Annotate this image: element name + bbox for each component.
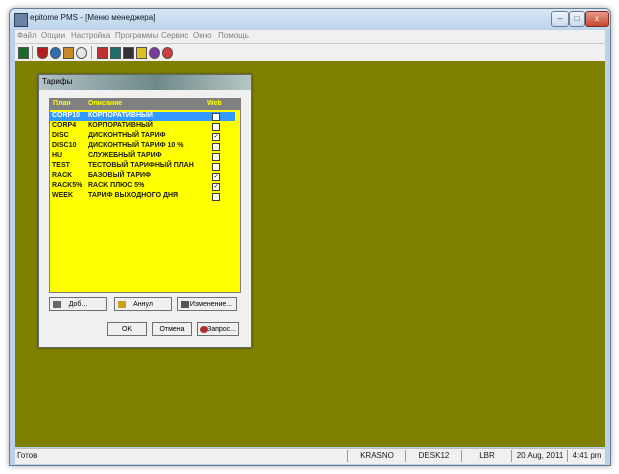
menu-options[interactable]: Опции	[41, 31, 65, 40]
bell-icon[interactable]	[123, 47, 134, 59]
grid-icon[interactable]	[97, 47, 108, 59]
app-icon	[14, 13, 28, 27]
plus-target-icon[interactable]	[162, 47, 173, 59]
toolbar-separator	[32, 46, 33, 59]
web-checkbox[interactable]	[212, 113, 220, 121]
rate-description: RACK ПЛЮС 5%	[88, 182, 145, 189]
rate-plan-code: RACK5%	[52, 182, 83, 189]
web-checkbox[interactable]	[212, 143, 220, 151]
title-bar[interactable]: epitome PMS - [Меню менеджера] – □ x	[10, 9, 610, 30]
rate-plan-code: CORP4	[52, 122, 77, 129]
rate-description: КОРПОРАТИВНЫЙ	[88, 122, 153, 129]
add-label: Доб...	[68, 301, 88, 308]
menu-programs[interactable]: Программы	[115, 31, 158, 40]
add-icon	[53, 301, 61, 308]
column-web[interactable]: Web	[207, 100, 222, 107]
cancel-rate-label: Аннул	[133, 301, 153, 308]
web-checkbox[interactable]	[212, 163, 220, 171]
rates-dialog: Тарифы План Описание Web CORP10 КОРПОРАТИ…	[38, 74, 252, 348]
table-row[interactable]: TEST ТЕСТОВЫЙ ТАРИФНЫЙ ПЛАН	[50, 162, 235, 171]
status-time: 4:41 pm	[567, 450, 606, 462]
status-bar: Готов KRASNO DESK12 LBR 20 Aug, 2011 4:4…	[15, 448, 605, 464]
list-header: План Описание Web	[50, 99, 240, 110]
menu-service[interactable]: Сервис	[161, 31, 188, 40]
menu-help[interactable]: Помощь	[218, 31, 249, 40]
web-checkbox[interactable]	[212, 193, 220, 201]
dialog-title: Тарифы	[42, 77, 73, 86]
rate-description: ТАРИФ ВЫХОДНОГО ДНЯ	[88, 192, 179, 199]
table-row[interactable]: RACK БАЗОВЫЙ ТАРИФ ✓	[50, 172, 235, 181]
table-row[interactable]: WEEK ТАРИФ ВЫХОДНОГО ДНЯ	[50, 192, 235, 201]
change-label: Изменение...	[189, 301, 233, 308]
close-button[interactable]: x	[585, 11, 609, 27]
table-row[interactable]: RACK5% RACK ПЛЮС 5% ✓	[50, 182, 235, 191]
rate-plan-code: HU	[52, 152, 63, 159]
rate-description: БАЗОВЫЙ ТАРИФ	[88, 172, 152, 179]
change-button[interactable]: Изменение...	[177, 297, 237, 311]
cancel-rate-button[interactable]: Аннул	[114, 297, 172, 311]
rate-description: ДИСКОНТНЫЙ ТАРИФ	[88, 132, 166, 139]
table-row[interactable]: DISC10 ДИСКОНТНЫЙ ТАРИФ 10 %	[50, 142, 235, 151]
column-plan[interactable]: План	[53, 100, 71, 107]
table-row[interactable]: HU СЛУЖЕБНЫЙ ТАРИФ	[50, 152, 235, 161]
menu-bar: Файл Опции Настройка Программы Сервис Ок…	[15, 30, 605, 43]
status-desk: DESK12	[405, 450, 462, 462]
status-text: Готов	[17, 451, 38, 460]
status-user: KRASNO	[347, 450, 406, 462]
rate-description: ДИСКОНТНЫЙ ТАРИФ 10 %	[88, 142, 184, 149]
rate-description: КОРПОРАТИВНЫЙ	[88, 112, 153, 119]
globe-icon[interactable]	[50, 47, 61, 59]
network-icon[interactable]	[63, 47, 74, 59]
rate-plan-code: DISC10	[52, 142, 77, 149]
web-checkbox[interactable]	[212, 153, 220, 161]
exit-icon[interactable]	[18, 47, 29, 59]
pencil-icon	[118, 301, 126, 308]
minimize-button[interactable]: –	[551, 11, 569, 27]
toolbar	[15, 43, 605, 62]
web-checkbox[interactable]: ✓	[212, 183, 220, 191]
shield-icon[interactable]	[37, 47, 48, 59]
edit-icon	[181, 301, 189, 308]
rate-description: ТЕСТОВЫЙ ТАРИФНЫЙ ПЛАН	[88, 162, 194, 169]
sun-icon[interactable]	[76, 47, 87, 59]
maximize-button[interactable]: □	[569, 11, 585, 27]
table-row[interactable]: CORP4 КОРПОРАТИВНЫЙ	[50, 122, 235, 131]
menu-file[interactable]: Файл	[17, 31, 37, 40]
status-date: 20 Aug, 2011	[511, 450, 568, 462]
status-code: LBR	[461, 450, 512, 462]
web-checkbox[interactable]: ✓	[212, 133, 220, 141]
add-button[interactable]: Доб...	[49, 297, 107, 311]
rate-plan-code: TEST	[52, 162, 70, 169]
spiral-icon[interactable]	[149, 47, 160, 59]
rate-plan-code: RACK	[52, 172, 73, 179]
toolbar-separator	[91, 46, 92, 59]
phone-icon[interactable]	[110, 47, 121, 59]
web-checkbox[interactable]	[212, 123, 220, 131]
web-checkbox[interactable]: ✓	[212, 173, 220, 181]
rate-plan-code: CORP10	[52, 112, 81, 119]
dialog-title-bar[interactable]: Тарифы	[39, 75, 251, 90]
ok-button[interactable]: OK	[107, 322, 147, 336]
rate-plan-code: WEEK	[52, 192, 73, 199]
rates-list[interactable]: План Описание Web CORP10 КОРПОРАТИВНЫЙ COR…	[49, 98, 241, 293]
rate-plan-code: DISC	[52, 132, 69, 139]
cancel-button[interactable]: Отмена	[152, 322, 192, 336]
menu-settings[interactable]: Настройка	[71, 31, 110, 40]
table-row[interactable]: CORP10 КОРПОРАТИВНЫЙ	[50, 112, 235, 121]
lightning-icon[interactable]	[136, 47, 147, 59]
query-icon	[200, 326, 208, 333]
menu-window[interactable]: Окно	[193, 31, 212, 40]
window-title: epitome PMS - [Меню менеджера]	[30, 13, 156, 22]
query-button[interactable]: Запрос...	[197, 322, 239, 336]
table-row[interactable]: DISC ДИСКОНТНЫЙ ТАРИФ ✓	[50, 132, 235, 141]
column-description[interactable]: Описание	[88, 100, 122, 107]
rate-description: СЛУЖЕБНЫЙ ТАРИФ	[88, 152, 162, 159]
